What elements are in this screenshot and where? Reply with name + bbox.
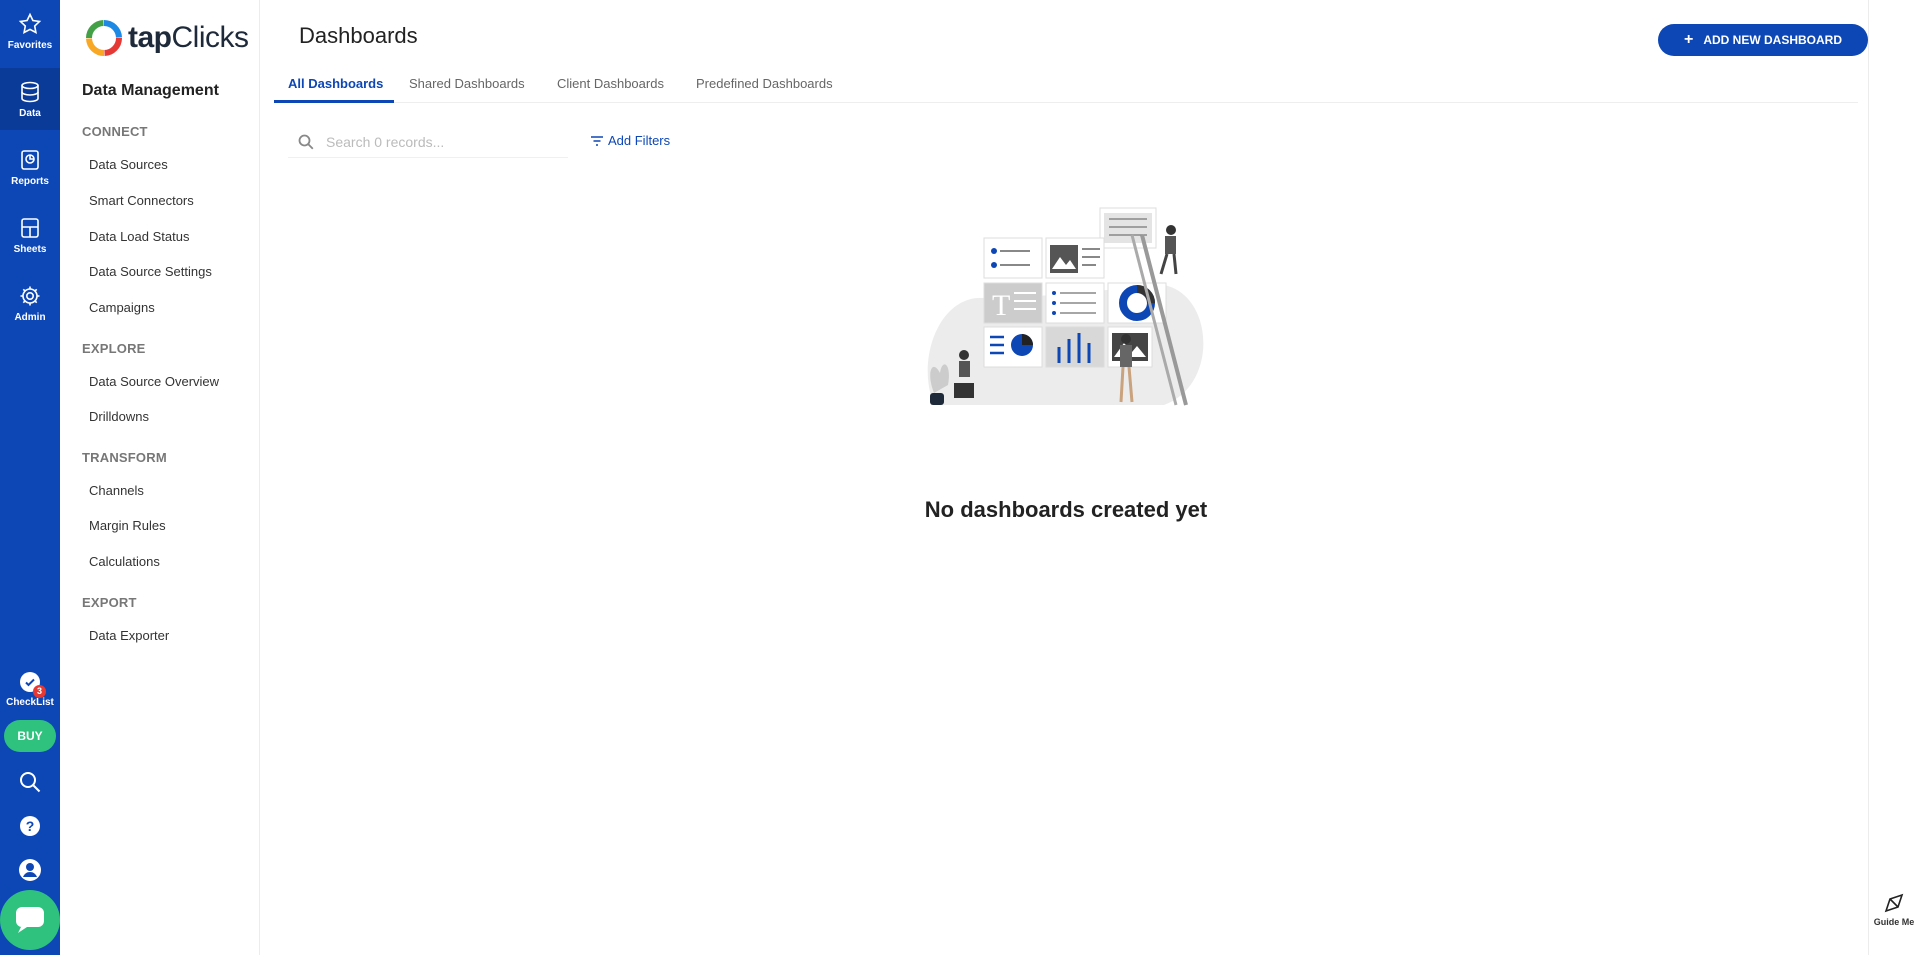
rail-item-favorites[interactable]: Favorites [0, 0, 60, 62]
logo-text-clicks: Clicks [171, 21, 250, 54]
tab-predefined-dashboards[interactable]: Predefined Dashboards [696, 76, 833, 91]
svg-text:T: T [992, 289, 1010, 322]
sidebar-item-channels[interactable]: Channels [89, 483, 144, 498]
checklist-badge: 3 [33, 685, 46, 698]
section-heading-explore: EXPLORE [82, 341, 146, 356]
tab-client-dashboards[interactable]: Client Dashboards [557, 76, 664, 91]
rail-item-sheets[interactable]: Sheets [0, 204, 60, 266]
sidebar-item-data-load-status[interactable]: Data Load Status [89, 229, 189, 244]
empty-state-message: No dashboards created yet [924, 497, 1208, 522]
guide-me-label: Guide Me [1873, 917, 1915, 927]
report-icon [21, 149, 39, 170]
add-filters-label: Add Filters [608, 133, 671, 148]
empty-dashboards-illustration: T [927, 207, 1204, 406]
dashboard-tabs: All Dashboards Shared Dashboards Client … [274, 66, 1858, 103]
sidebar-item-data-sources[interactable]: Data Sources [89, 157, 168, 172]
rail-label: Favorites [7, 39, 53, 51]
section-heading-transform: TRANSFORM [82, 450, 167, 465]
secondary-sidebar: tapClicks Data Management CONNECT Data S… [60, 0, 260, 955]
sidebar-item-drilldowns[interactable]: Drilldowns [89, 409, 149, 424]
chat-icon [16, 907, 44, 933]
sidebar-item-calculations[interactable]: Calculations [89, 554, 160, 569]
svg-text:?: ? [26, 818, 35, 834]
search-input[interactable] [326, 133, 556, 150]
plus-icon: + [1683, 31, 1694, 48]
star-icon [18, 12, 42, 34]
user-icon[interactable] [18, 858, 42, 882]
buy-button[interactable]: BUY [4, 720, 56, 752]
add-new-dashboard-button[interactable]: + ADD NEW DASHBOARD [1658, 24, 1868, 56]
app-root: Favorites Data Reports Sheets Admin 3 Ch… [0, 0, 1920, 955]
tab-all-dashboards[interactable]: All Dashboards [288, 76, 383, 91]
chat-button[interactable] [0, 890, 60, 950]
checkmark-icon: 3 [20, 672, 46, 698]
sheet-icon [21, 217, 39, 238]
logo-text-tap: tap [128, 21, 172, 54]
sidebar-item-margin-rules[interactable]: Margin Rules [89, 518, 166, 533]
rail-label: Admin [14, 311, 46, 323]
active-tab-indicator [274, 100, 394, 103]
section-heading-connect: CONNECT [82, 124, 148, 139]
sidebar-item-campaigns[interactable]: Campaigns [89, 300, 155, 315]
right-utility-strip [1868, 0, 1920, 955]
add-new-dashboard-label: ADD NEW DASHBOARD [1703, 33, 1842, 47]
sidebar-item-data-source-overview[interactable]: Data Source Overview [89, 374, 219, 389]
checklist-button[interactable]: 3 CheckList [0, 672, 60, 712]
tapclicks-logo[interactable]: tapClicks [84, 18, 249, 58]
sidebar-title: Data Management [82, 82, 219, 99]
rail-item-data[interactable]: Data [0, 68, 60, 130]
main-content: Dashboards + ADD NEW DASHBOARD All Dashb… [274, 0, 1868, 955]
search-box [288, 126, 568, 158]
gear-icon [20, 286, 40, 305]
help-icon[interactable]: ? [18, 814, 42, 838]
rail-label: Reports [11, 175, 49, 187]
database-icon [21, 81, 39, 102]
guide-me-button[interactable]: Guide Me [1872, 892, 1916, 927]
logo-icon [86, 20, 122, 56]
filter-icon [591, 135, 603, 146]
rail-label: Sheets [13, 243, 47, 255]
search-icon[interactable] [18, 770, 42, 794]
sidebar-item-smart-connectors[interactable]: Smart Connectors [89, 193, 194, 208]
checklist-label: CheckList [6, 697, 54, 708]
sidebar-item-data-exporter[interactable]: Data Exporter [89, 628, 169, 643]
page-title: Dashboards [299, 23, 418, 48]
logo-text: tapClicks [128, 21, 249, 55]
compass-icon [1884, 893, 1904, 913]
rail-item-reports[interactable]: Reports [0, 136, 60, 198]
left-rail: Favorites Data Reports Sheets Admin 3 Ch… [0, 0, 60, 955]
rail-item-admin[interactable]: Admin [0, 272, 60, 334]
rail-label: Data [19, 107, 41, 119]
tab-shared-dashboards[interactable]: Shared Dashboards [409, 76, 525, 91]
add-filters-button[interactable]: Add Filters [590, 133, 670, 148]
search-icon [298, 134, 314, 149]
section-heading-export: EXPORT [82, 595, 137, 610]
sidebar-item-data-source-settings[interactable]: Data Source Settings [89, 264, 212, 279]
